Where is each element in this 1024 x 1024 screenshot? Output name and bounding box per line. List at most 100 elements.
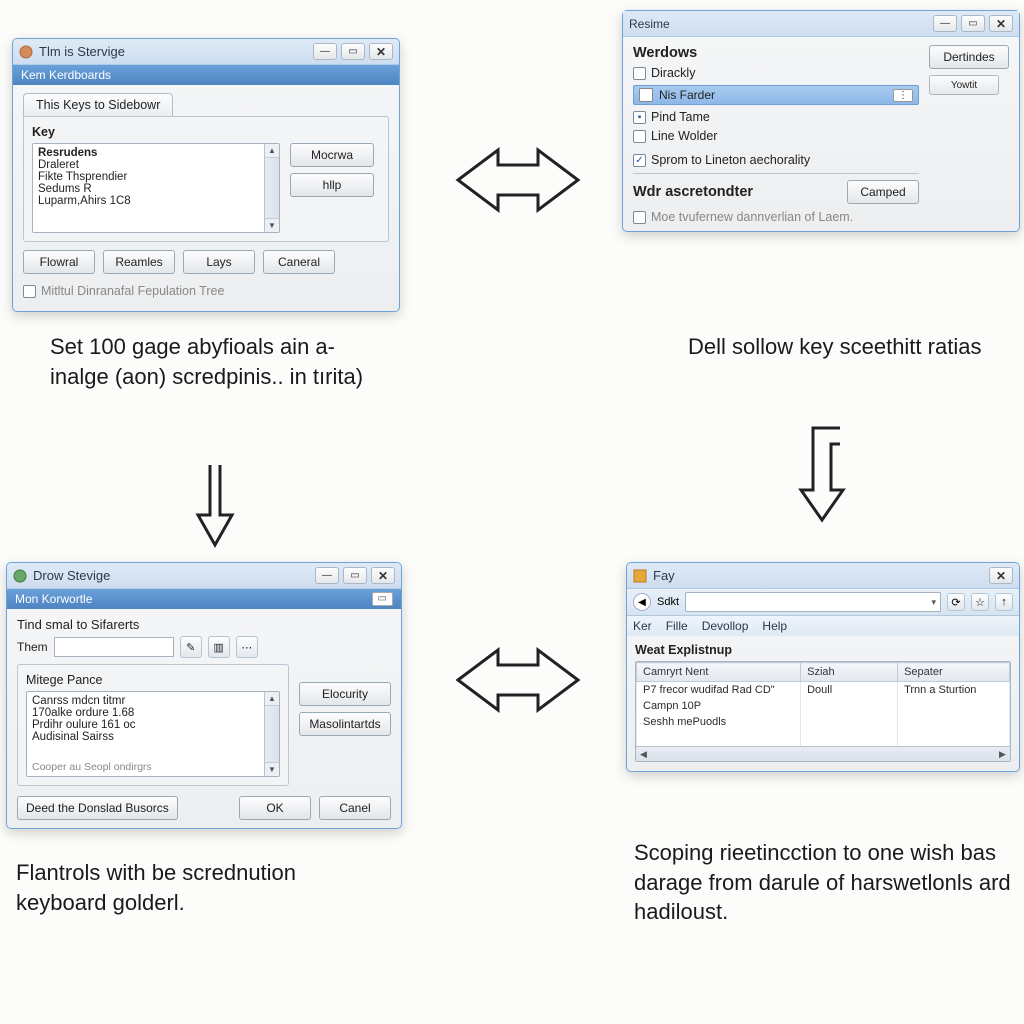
list-item[interactable]: 170alke ordure 1.68 [32, 707, 274, 719]
caption-3: Flantrols with be scrednution keyboard g… [16, 858, 376, 917]
deed-button[interactable]: Deed the Donslad Busorcs [17, 796, 178, 820]
scrollbar[interactable]: ▲▼ [264, 144, 279, 232]
window-title: Fay [653, 568, 989, 583]
col-header[interactable]: Sziah [801, 663, 898, 682]
maximize-button[interactable]: ▭ [341, 43, 365, 60]
list-item[interactable]: Sedums R [38, 183, 274, 195]
list-footer: Cooper au Seopl ondirgrs [32, 761, 152, 773]
col-header[interactable]: Sepater [898, 663, 1010, 682]
menu-help[interactable]: Help [762, 619, 787, 633]
app-icon [13, 569, 27, 583]
toolbar-icon-c[interactable]: ↑ [995, 593, 1013, 611]
table-row[interactable]: Campn 10P [637, 698, 1010, 714]
h-scrollbar[interactable]: ◀▶ [636, 746, 1010, 761]
window-title: Tlm is Stervige [39, 44, 313, 59]
minimize-button[interactable]: — [933, 15, 957, 32]
yowtit-button[interactable]: Yowtit [929, 75, 999, 95]
flowral-button[interactable]: Flowral [23, 250, 95, 274]
list-item[interactable]: Prdihr oulure 161 oc [32, 719, 274, 731]
caption-1: Set 100 gage abyfioals ain a-inalge (aon… [50, 332, 380, 391]
data-table: Camryrt Nent Sziah Sepater P7 frecor wud… [636, 662, 1010, 746]
maximize-button[interactable]: ▭ [961, 15, 985, 32]
close-button[interactable]: ✕ [371, 567, 395, 584]
table-row[interactable]: Seshh mePuodls [637, 714, 1010, 730]
dropdown-icon: ▾ [931, 597, 936, 608]
werdows-heading: Werdows [633, 45, 919, 61]
group-label: Mitege Pance [26, 673, 280, 687]
close-button[interactable]: ✕ [369, 43, 393, 60]
table-row[interactable]: P7 frecor wudifad Rad CD"DoullTrnn a Stu… [637, 682, 1010, 699]
cancel-button[interactable]: Canel [319, 796, 391, 820]
dialog-tlm-stervige: Tlm is Stervige — ▭ ✕ Kem Kerdboards Thi… [12, 38, 400, 312]
tab-keys[interactable]: This Keys to Sidebowr [23, 93, 173, 116]
pance-listbox[interactable]: Canrss mdcn titmr 170alke ordure 1.68 Pr… [26, 691, 280, 777]
checkbox-label: Mitltul Dinranafal Fepulation Tree [41, 284, 224, 298]
list-item[interactable]: Fikte Thsprendier [38, 171, 274, 183]
ok-button[interactable]: OK [239, 796, 311, 820]
toolbar-icon-a[interactable]: ⟳ [947, 593, 965, 611]
checkbox-icon [633, 67, 646, 80]
footer-checkbox-2[interactable]: Moe tvufernew dannverlian of Laem. [633, 210, 919, 224]
opt-pind-tame[interactable]: ▪Pind Tame [633, 110, 919, 124]
toolbar: ◀ Sdkt ▾ ⟳ ☆ ↑ [627, 589, 1019, 616]
them-input[interactable] [54, 637, 174, 657]
them-label: Them [17, 640, 48, 654]
checkbox-icon [23, 285, 36, 298]
app-icon [633, 569, 647, 583]
minimize-button[interactable]: — [313, 43, 337, 60]
sub-header-button[interactable]: ▭ [372, 592, 393, 606]
toolbar-icon-3[interactable]: ⋯ [236, 636, 258, 658]
table-header-row: Camryrt Nent Sziah Sepater [637, 663, 1010, 682]
key-group-label: Key [32, 125, 380, 139]
app-icon [19, 45, 33, 59]
minimize-button[interactable]: — [315, 567, 339, 584]
grid-title: Weat Explistnup [635, 643, 1011, 657]
masolintartds-button[interactable]: Masolintartds [299, 712, 391, 736]
mocrwa-button[interactable]: Mocrwa [290, 143, 374, 167]
menu-ker[interactable]: Ker [633, 619, 652, 633]
back-icon[interactable]: ◀ [633, 593, 651, 611]
lays-button[interactable]: Lays [183, 250, 255, 274]
close-button[interactable]: ✕ [989, 567, 1013, 584]
titlebar[interactable]: Tlm is Stervige — ▭ ✕ [13, 39, 399, 65]
opt-line-wolder[interactable]: Line Wolder [633, 129, 919, 143]
list-item[interactable]: Luparm,Ahirs 1C8 [38, 195, 274, 207]
list-item[interactable]: Audisinal Sairss [32, 731, 274, 743]
list-item[interactable]: Canrss mdcn titmr [32, 695, 274, 707]
key-listbox[interactable]: Resrudens Draleret Fikte Thsprendier Sed… [32, 143, 280, 233]
hllp-button[interactable]: hllp [290, 173, 374, 197]
checkbox-icon [633, 130, 646, 143]
caneral-button[interactable]: Caneral [263, 250, 335, 274]
titlebar[interactable]: Drow Stevige — ▭ ✕ [7, 563, 401, 589]
chk-sprom[interactable]: ✓Sprom to Lineton aechorality [633, 153, 919, 167]
address-combo[interactable]: ▾ [685, 592, 941, 612]
col-header[interactable]: Camryrt Nent [637, 663, 801, 682]
window-title: Drow Stevige [33, 568, 315, 583]
close-button[interactable]: ✕ [989, 15, 1013, 32]
double-arrow-bottom-icon [448, 640, 588, 720]
toolbar-label: Sdkt [657, 596, 679, 608]
elocurity-button[interactable]: Elocurity [299, 682, 391, 706]
opt-nis-farder[interactable]: Nis Farder ⋮ [633, 85, 919, 105]
footer-checkbox[interactable]: Mitltul Dinranafal Fepulation Tree [23, 284, 389, 298]
caption-4: Scoping rieetincction to one wish bas da… [634, 838, 1014, 927]
toolbar-icon-b[interactable]: ☆ [971, 593, 989, 611]
menu-fille[interactable]: Fille [666, 619, 688, 633]
toolbar-icon-1[interactable]: ✎ [180, 636, 202, 658]
list-item[interactable]: Draleret [38, 159, 274, 171]
toolbar-icon-2[interactable]: ▥ [208, 636, 230, 658]
down-arrow-right-icon [795, 420, 855, 530]
camped-button[interactable]: Camped [847, 180, 919, 204]
window-title: Resime [629, 17, 933, 31]
dropdown-icon[interactable]: ⋮ [893, 89, 913, 102]
dertindes-button[interactable]: Dertindes [929, 45, 1009, 69]
scrollbar[interactable]: ▲▼ [264, 692, 279, 776]
menu-develop[interactable]: Devollop [702, 619, 749, 633]
checkbox-icon: ✓ [633, 154, 646, 167]
maximize-button[interactable]: ▭ [343, 567, 367, 584]
opt-dirackly[interactable]: Dirackly [633, 66, 919, 80]
titlebar[interactable]: Fay ✕ [627, 563, 1019, 589]
reamles-button[interactable]: Reamles [103, 250, 175, 274]
titlebar[interactable]: Resime — ▭ ✕ [623, 11, 1019, 37]
dialog-fey: Fay ✕ ◀ Sdkt ▾ ⟳ ☆ ↑ Ker Fille Devollop … [626, 562, 1020, 772]
